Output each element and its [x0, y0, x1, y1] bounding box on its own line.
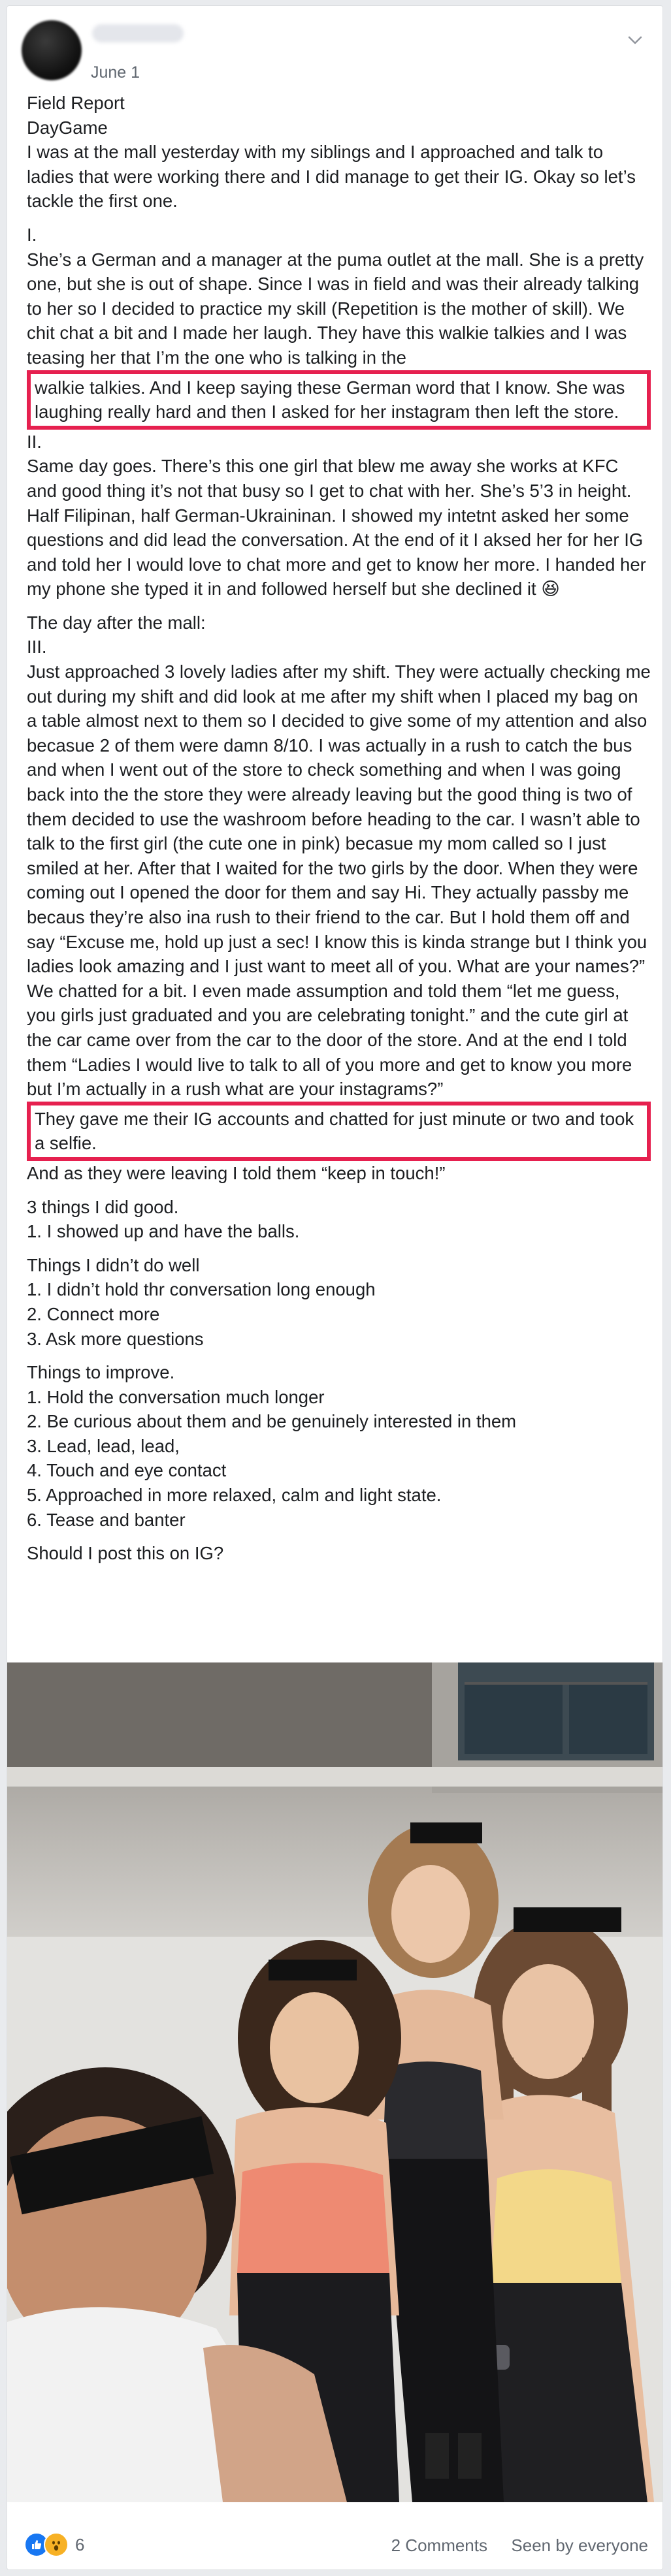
reactions-summary[interactable]: 6	[24, 2532, 85, 2557]
post-line: 1. I showed up and have the balls.	[27, 1221, 300, 1242]
post-paragraph: Just approached 3 lovely ladies after my…	[27, 661, 651, 1100]
section-marker: II.	[27, 431, 42, 452]
post-paragraph: I was at the mall yesterday with my sibl…	[27, 142, 636, 212]
seen-by-label: Seen by everyone	[511, 2536, 648, 2555]
post-line: 1. Hold the conversation much longer	[27, 1386, 325, 1407]
post-title: Field Report	[27, 93, 125, 113]
post-line: 2. Be curious about them and be genuinel…	[27, 1411, 517, 1432]
post-line: Things to improve.	[27, 1362, 175, 1383]
reaction-count: 6	[75, 2534, 85, 2554]
post-card: June 1 Field Report DayGame I was at the…	[7, 5, 663, 2570]
post-date[interactable]: June 1	[91, 63, 140, 82]
post-line: 3 things I did good.	[27, 1196, 179, 1217]
post-header: June 1	[7, 6, 663, 82]
post-paragraph: And as they were leaving I told them “ke…	[27, 1162, 446, 1183]
highlighted-passage: walkie talkies. And I keep saying these …	[27, 370, 651, 430]
section-marker: I.	[27, 224, 37, 245]
selfie-photo-illustration	[7, 1662, 663, 2502]
post-line: 1. I didn’t hold thr conversation long e…	[27, 1279, 376, 1300]
post-paragraph: The day after the mall:	[27, 612, 206, 633]
post-paragraph: She’s a German and a manager at the puma…	[27, 249, 644, 368]
post-line: 5. Approached in more relaxed, calm and …	[27, 1485, 442, 1506]
highlighted-passage: They gave me their IG accounts and chatt…	[27, 1101, 651, 1161]
post-line: 6. Tease and banter	[27, 1509, 186, 1530]
post-line: 2. Connect more	[27, 1303, 160, 1324]
author-name[interactable]	[92, 24, 184, 42]
post-line: Things I didn’t do well	[27, 1254, 200, 1275]
post-line: 4. Touch and eye contact	[27, 1460, 227, 1481]
wow-icon	[44, 2532, 69, 2557]
chevron-down-icon[interactable]	[625, 29, 646, 50]
post-text: Field Report DayGame I was at the mall y…	[27, 91, 651, 1566]
post-line: 3. Ask more questions	[27, 1328, 204, 1349]
post-question: Should I post this on IG?	[27, 1543, 224, 1564]
selfie-photo[interactable]	[7, 1662, 663, 2502]
post-footer: 6 2 Comments Seen by everyone	[7, 2526, 663, 2566]
comments-link[interactable]: 2 Comments	[391, 2536, 487, 2556]
section-marker: III.	[27, 637, 47, 658]
post-line: 3. Lead, lead, lead,	[27, 1435, 180, 1456]
post-paragraph: Same day goes. There’s this one girl tha…	[27, 456, 646, 599]
avatar[interactable]	[22, 20, 82, 80]
post-subtitle: DayGame	[27, 117, 108, 138]
